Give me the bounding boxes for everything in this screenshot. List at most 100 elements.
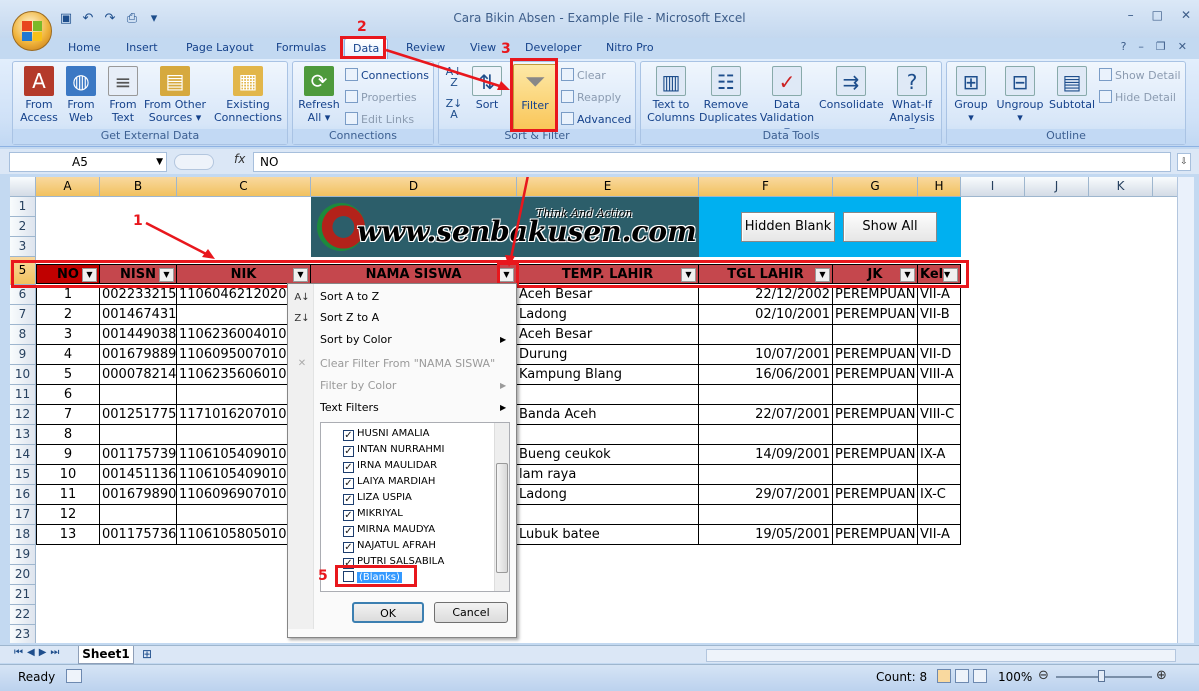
formula-input[interactable]: NO bbox=[253, 152, 1171, 172]
checkbox-unchecked-icon[interactable] bbox=[343, 571, 354, 582]
database-icon: ▤ bbox=[160, 66, 190, 96]
from-web-button[interactable]: ◍ From Web bbox=[61, 66, 101, 124]
checkbox-checked-icon[interactable]: ✓ bbox=[343, 526, 354, 537]
sheet-navigation-icon[interactable]: ⏮◀▶⏭ bbox=[14, 647, 63, 658]
list-item[interactable]: ✓ IRNA MAULIDAR bbox=[343, 459, 437, 473]
checkbox-checked-icon[interactable]: ✓ bbox=[343, 510, 354, 521]
restore-workbook-icon[interactable]: ❐ bbox=[1156, 40, 1166, 53]
reapply-button[interactable]: Reapply bbox=[561, 90, 621, 105]
menu-sort-az[interactable]: Sort A to Z bbox=[320, 290, 379, 304]
page-layout-view-icon[interactable] bbox=[955, 669, 969, 683]
checkbox-checked-icon[interactable]: ✓ bbox=[343, 542, 354, 553]
from-text-button[interactable]: ≡ From Text bbox=[103, 66, 143, 124]
insert-function-icon[interactable]: fx bbox=[234, 152, 245, 166]
maximize-button[interactable]: □ bbox=[1152, 8, 1163, 22]
group-button[interactable]: ⊞ Group ▾ bbox=[951, 66, 991, 124]
normal-view-icon[interactable] bbox=[937, 669, 951, 683]
horizontal-scrollbar[interactable] bbox=[706, 649, 1176, 662]
name-box[interactable]: A5 ▼ bbox=[9, 152, 167, 172]
zoom-slider-thumb[interactable] bbox=[1098, 670, 1105, 682]
menu-sort-za[interactable]: Sort Z to A bbox=[320, 311, 379, 325]
list-item[interactable]: ✓ NAJATUL AFRAH bbox=[343, 539, 436, 553]
data-validation-button[interactable]: ✓Data Validation ▾ bbox=[757, 66, 817, 137]
remove-duplicates-button[interactable]: ☷ Remove Duplicates bbox=[699, 66, 757, 124]
tab-insert[interactable]: Insert bbox=[122, 41, 162, 54]
tab-review[interactable]: Review bbox=[402, 41, 449, 54]
from-other-sources-button[interactable]: ▤ From Other Sources ▾ bbox=[143, 66, 207, 124]
tab-nitro-pro[interactable]: Nitro Pro bbox=[602, 41, 658, 54]
list-item[interactable]: ✓ INTAN NURRAHMI bbox=[343, 443, 445, 457]
list-item-blanks[interactable]: (Blanks) bbox=[343, 571, 402, 584]
tab-view[interactable]: View bbox=[466, 41, 500, 54]
cancel-button[interactable]: Cancel bbox=[434, 602, 508, 623]
group-label: Data Tools bbox=[641, 129, 941, 144]
minimize-button[interactable]: – bbox=[1128, 8, 1134, 22]
text-to-columns-button[interactable]: ▥ Text to Columns bbox=[645, 66, 697, 124]
list-item[interactable]: ✓ PUTRI SALSABILA bbox=[343, 555, 444, 569]
office-button[interactable] bbox=[12, 11, 52, 51]
zoom-in-icon[interactable]: ⊕ bbox=[1156, 668, 1167, 683]
clear-filter-button[interactable]: Clear bbox=[561, 68, 606, 83]
checkbox-checked-icon[interactable]: ✓ bbox=[343, 478, 354, 489]
sort-button[interactable]: ⇅ Sort bbox=[469, 66, 505, 111]
scrollbar-thumb[interactable] bbox=[496, 463, 508, 573]
tab-formulas[interactable]: Formulas bbox=[272, 41, 330, 54]
advanced-icon bbox=[561, 112, 574, 125]
tab-developer[interactable]: Developer bbox=[521, 41, 586, 54]
list-item[interactable]: ✓ LIZA USPIA bbox=[343, 491, 412, 505]
formula-bar-splitter[interactable] bbox=[174, 154, 214, 170]
close-workbook-icon[interactable]: ✕ bbox=[1178, 40, 1187, 53]
list-scrollbar[interactable] bbox=[494, 423, 509, 591]
expand-formula-bar-icon[interactable]: ⇩ bbox=[1177, 153, 1191, 171]
from-access-button[interactable]: A From Access bbox=[17, 66, 61, 124]
ungroup-button[interactable]: ⊟ Ungroup ▾ bbox=[995, 66, 1045, 124]
checkbox-checked-icon[interactable]: ✓ bbox=[343, 558, 354, 569]
page-break-view-icon[interactable] bbox=[973, 669, 987, 683]
edit-links-button[interactable]: Edit Links bbox=[345, 112, 414, 127]
sort-az-button[interactable]: A↓ Z bbox=[443, 66, 465, 90]
refresh-all-button[interactable]: ⟳ Refresh All ▾ bbox=[297, 66, 341, 124]
sheet-tab[interactable]: Sheet1 bbox=[78, 646, 134, 664]
filter-button[interactable]: ⏷ Filter bbox=[513, 64, 557, 130]
help-icon[interactable]: ? bbox=[1121, 40, 1127, 53]
minimize-workbook-icon[interactable]: – bbox=[1138, 40, 1144, 53]
annotation-number: 2 bbox=[357, 19, 367, 35]
submenu-arrow-icon: ▶ bbox=[500, 335, 507, 344]
sort-za-button[interactable]: Z↓ A bbox=[443, 98, 465, 122]
chevron-down-icon[interactable]: ▼ bbox=[156, 153, 163, 171]
group-label: Get External Data bbox=[13, 129, 287, 144]
properties-button[interactable]: Properties bbox=[345, 90, 417, 105]
menu-clear-filter[interactable]: Clear Filter From "NAMA SISWA" bbox=[320, 357, 495, 371]
list-item[interactable]: ✓ LAIYA MARDIAH bbox=[343, 475, 435, 489]
existing-connections-button[interactable]: ▦ Existing Connections bbox=[211, 66, 285, 124]
hide-detail-button[interactable]: Hide Detail bbox=[1099, 90, 1176, 105]
close-button[interactable]: ✕ bbox=[1181, 8, 1191, 22]
tab-page-layout[interactable]: Page Layout bbox=[182, 41, 258, 54]
insert-sheet-icon[interactable]: ⊞ bbox=[142, 647, 152, 661]
menu-text-filters[interactable]: Text Filters ▶ bbox=[320, 401, 506, 415]
connections-button[interactable]: Connections bbox=[345, 68, 429, 83]
list-item[interactable]: ✓ MIRNA MAUDYA bbox=[343, 523, 435, 537]
ok-button[interactable]: OK bbox=[352, 602, 424, 623]
filter-value-list[interactable]: ✓ HUSNI AMALIA ✓ INTAN NURRAHMI ✓ IRNA MAUL… bbox=[320, 422, 510, 592]
macro-record-icon[interactable] bbox=[66, 669, 82, 683]
tab-home[interactable]: Home bbox=[64, 41, 104, 54]
worksheet-grid[interactable]: A B C D E F G H I J K 1 2 3 5 6 7 8 9 10… bbox=[10, 177, 1187, 643]
consolidate-button[interactable]: ⇉ Consolidate bbox=[819, 66, 884, 111]
show-detail-button[interactable]: Show Detail bbox=[1099, 68, 1181, 83]
what-if-analysis-button[interactable]: ?What-If Analysis ▾ bbox=[885, 66, 939, 137]
sort-az-icon: A↓ Z bbox=[445, 65, 463, 89]
zoom-out-icon[interactable]: ⊖ bbox=[1038, 668, 1049, 683]
menu-filter-by-color[interactable]: Filter by Color ▶ bbox=[320, 379, 506, 393]
subtotal-button[interactable]: ▤ Subtotal bbox=[1047, 66, 1097, 111]
list-item[interactable]: ✓ MIKRIYAL bbox=[343, 507, 403, 521]
checkbox-checked-icon[interactable]: ✓ bbox=[343, 446, 354, 457]
advanced-filter-button[interactable]: Advanced bbox=[561, 112, 631, 127]
vertical-scrollbar[interactable] bbox=[1177, 177, 1194, 643]
checkbox-checked-icon[interactable]: ✓ bbox=[343, 430, 354, 441]
list-item[interactable]: ✓ HUSNI AMALIA bbox=[343, 427, 429, 441]
checkbox-checked-icon[interactable]: ✓ bbox=[343, 494, 354, 505]
checkbox-checked-icon[interactable]: ✓ bbox=[343, 462, 354, 473]
tab-data[interactable]: Data bbox=[344, 38, 389, 60]
menu-sort-by-color[interactable]: Sort by Color ▶ bbox=[320, 333, 506, 347]
